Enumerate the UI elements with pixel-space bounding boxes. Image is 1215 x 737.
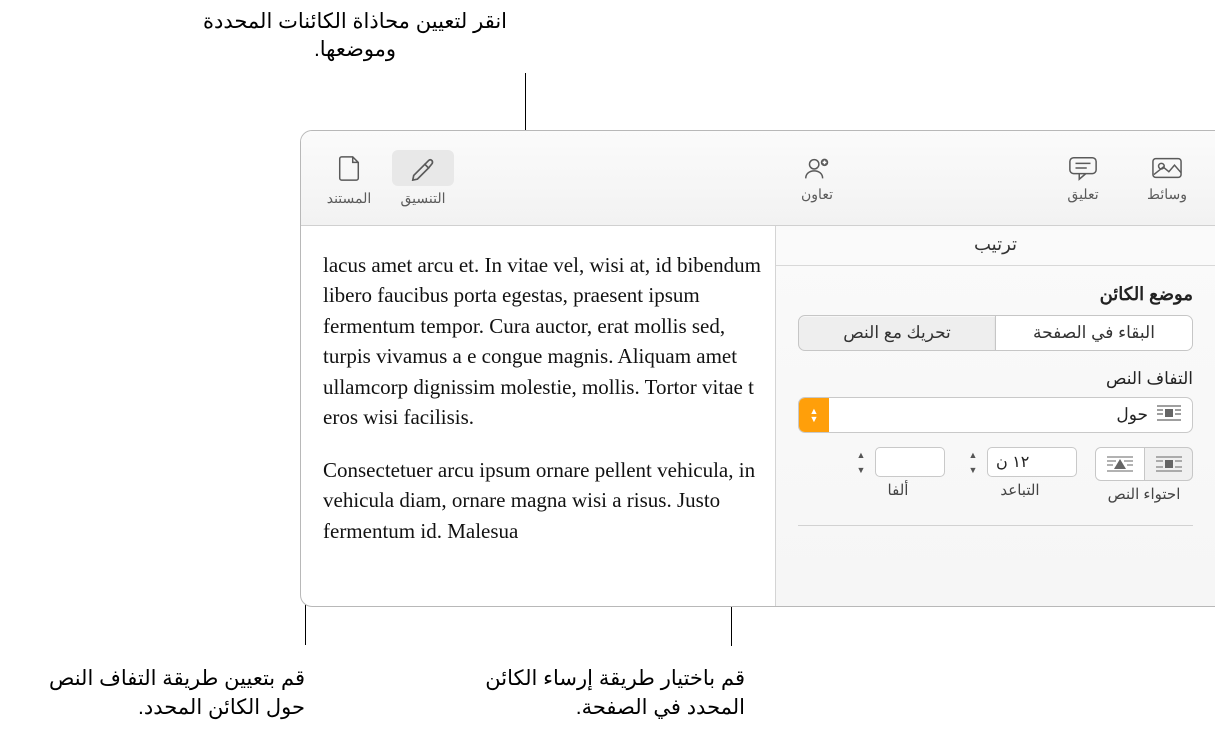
- seg-stay-on-page[interactable]: البقاء في الصفحة: [995, 316, 1192, 350]
- object-placement-segmented: البقاء في الصفحة تحريك مع النص: [798, 315, 1193, 351]
- alpha-label: ألفا: [888, 481, 909, 499]
- toolbar-comment-label: تعليق: [1067, 186, 1098, 203]
- text-fit-segmented: [1095, 447, 1193, 481]
- comment-icon: [1066, 154, 1100, 182]
- text-wrap-popup[interactable]: حول ▲▼: [798, 397, 1193, 433]
- toolbar-collaborate[interactable]: تعاون: [785, 154, 849, 203]
- fit-rect[interactable]: [1144, 448, 1192, 480]
- chevron-up-icon: ▲: [851, 447, 871, 462]
- chevron-up-icon: ▲: [963, 447, 983, 462]
- spacing-field[interactable]: ١٢ ن ▲▼: [963, 447, 1077, 477]
- app-window: وسائط تعليق تعاون التنسيق: [300, 130, 1215, 607]
- alpha-stepper[interactable]: ▲▼: [851, 447, 871, 477]
- text-wrap-title: التفاف النص: [798, 369, 1193, 389]
- document-canvas[interactable]: lacus amet arcu et. In vitae vel, wisi a…: [301, 226, 775, 606]
- spacing-label: التباعد: [1000, 481, 1039, 499]
- collaborate-icon: [800, 154, 834, 182]
- callout-top: انقر لتعيين محاذاة الكائنات المحددة وموض…: [195, 8, 515, 65]
- alpha-field[interactable]: ▲▼: [851, 447, 945, 477]
- chevron-down-icon: ▼: [851, 462, 871, 477]
- alpha-value[interactable]: [875, 447, 945, 477]
- body-paragraph: lacus amet arcu et. In vitae vel, wisi a…: [323, 250, 775, 433]
- spacing-value[interactable]: ١٢ ن: [987, 447, 1077, 477]
- popup-stepper-icon: ▲▼: [799, 398, 829, 432]
- document-icon: [332, 154, 366, 182]
- chevron-down-icon: ▼: [963, 462, 983, 477]
- wrap-value: حول: [1116, 405, 1148, 425]
- toolbar-document-label: المستند: [327, 190, 372, 207]
- body-paragraph: Consectetuer arcu ipsum ornare pellent v…: [323, 455, 775, 546]
- callout-bottom-right: قم باختيار طريقة إرساء الكائن المحدد في …: [445, 665, 745, 722]
- divider: [798, 525, 1193, 526]
- toolbar-document[interactable]: المستند: [317, 150, 381, 207]
- fit-contour-icon: [1105, 454, 1135, 474]
- seg-move-with-text[interactable]: تحريك مع النص: [799, 316, 995, 350]
- toolbar-media-label: وسائط: [1147, 186, 1187, 203]
- object-position-title: موضع الكائن: [798, 284, 1193, 305]
- format-icon: [406, 154, 440, 182]
- inspector-panel: ترتيب موضع الكائن البقاء في الصفحة تحريك…: [775, 226, 1215, 606]
- toolbar-collab-label: تعاون: [801, 186, 833, 203]
- fit-contour[interactable]: [1096, 448, 1144, 480]
- toolbar-comment[interactable]: تعليق: [1051, 154, 1115, 203]
- callout-bottom-left: قم بتعيين طريقة التفاف النص حول الكائن ا…: [5, 665, 305, 722]
- inspector-tab-arrange[interactable]: ترتيب: [776, 226, 1215, 266]
- fit-label: احتواء النص: [1108, 485, 1181, 503]
- toolbar-format-label: التنسيق: [401, 190, 446, 207]
- wrap-around-icon: [1156, 403, 1182, 428]
- toolbar-media[interactable]: وسائط: [1135, 154, 1199, 203]
- fit-rect-icon: [1154, 454, 1184, 474]
- toolbar: وسائط تعليق تعاون التنسيق: [301, 131, 1215, 226]
- toolbar-format[interactable]: التنسيق: [391, 150, 455, 207]
- media-icon: [1150, 154, 1184, 182]
- spacing-stepper[interactable]: ▲▼: [963, 447, 983, 477]
